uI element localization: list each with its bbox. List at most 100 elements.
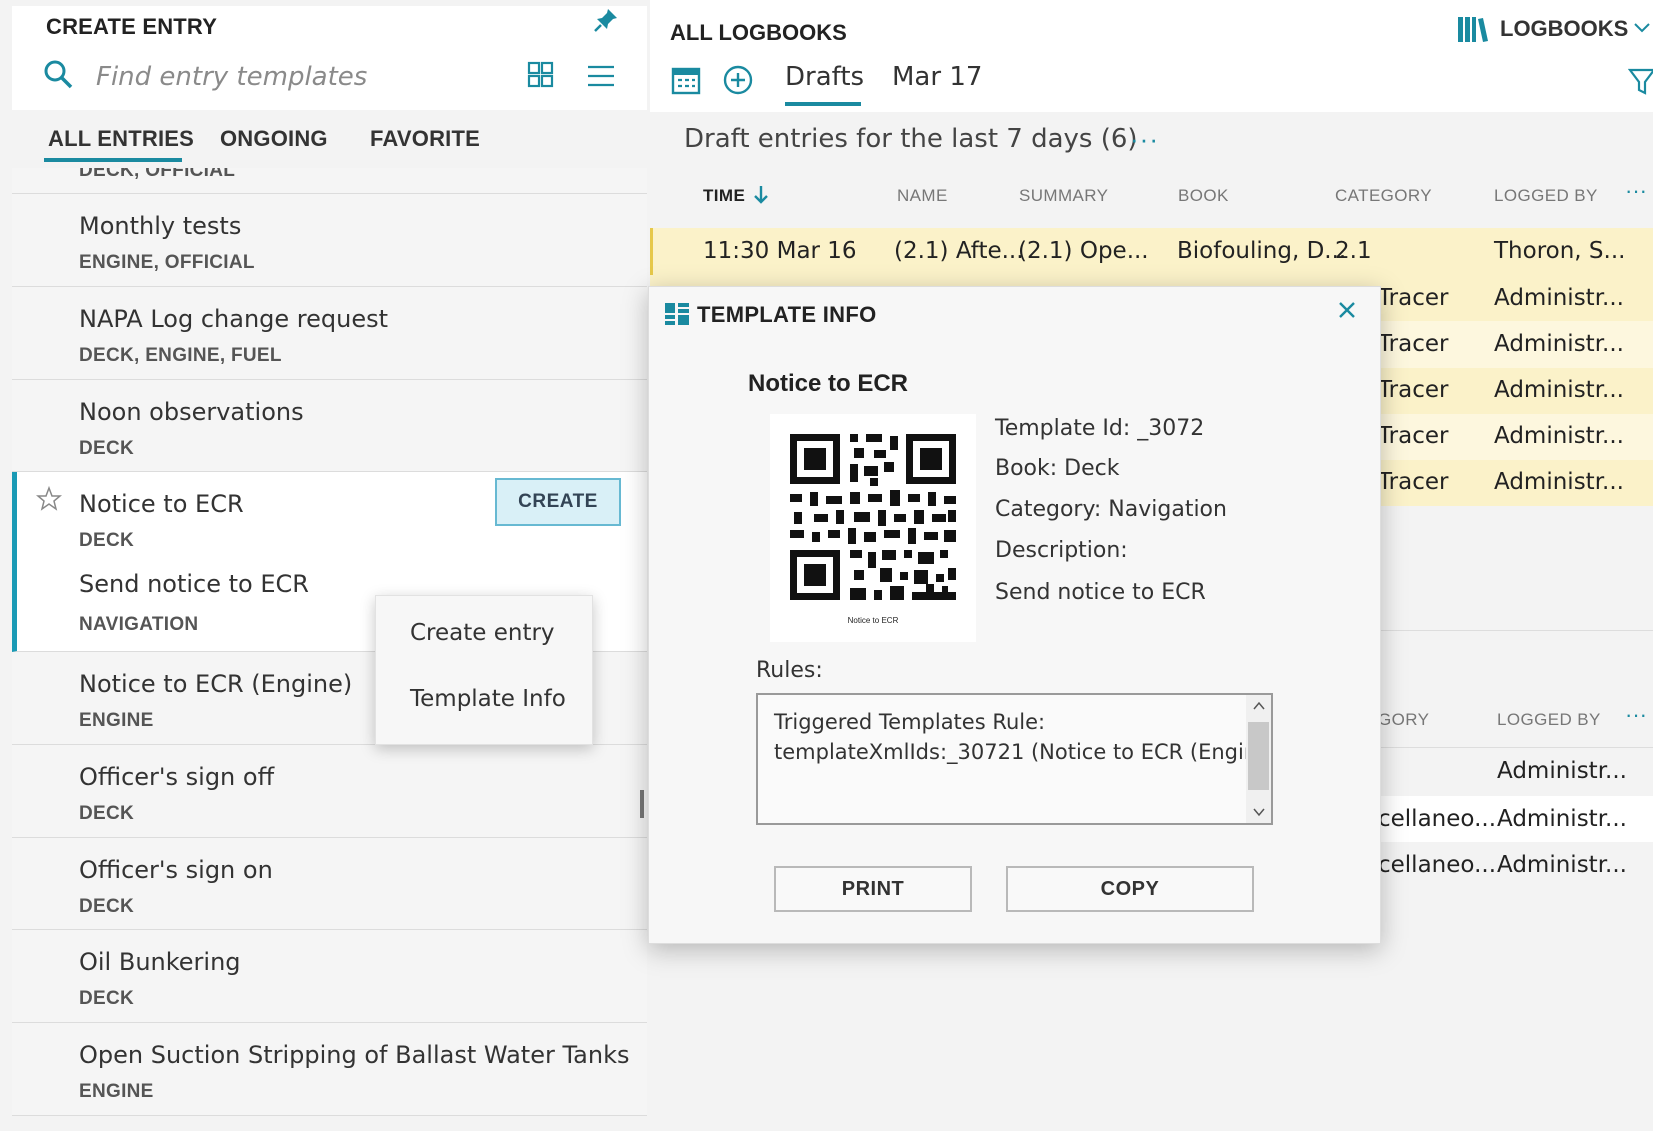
cell-category: 2.1 (1335, 238, 1372, 264)
cell-logged-by: Administr... (1494, 377, 1624, 403)
template-info-icon (665, 303, 689, 325)
item-category: DECK (79, 988, 135, 1009)
list-item[interactable]: Officer's sign on DECK (12, 838, 647, 930)
cell-logged-by: Administr... (1497, 806, 1627, 832)
item-name: Monthly tests (79, 212, 242, 240)
dialog-title: TEMPLATE INFO (697, 302, 877, 327)
filter-icon[interactable] (1628, 66, 1653, 96)
pin-icon[interactable] (592, 6, 620, 34)
add-icon[interactable] (722, 64, 754, 96)
column-header-category[interactable]: GORY (1378, 710, 1429, 730)
search-input[interactable] (94, 56, 506, 98)
template-category: Category: Navigation (995, 497, 1227, 522)
menu-item-template-info[interactable]: Template Info (410, 686, 566, 712)
star-icon[interactable] (36, 486, 62, 512)
rules-textbox[interactable]: Triggered Templates Rule: templateXmlIds… (756, 693, 1273, 825)
column-header-logged-by[interactable]: LOGGED BY (1497, 710, 1601, 730)
item-name: Noon observations (79, 398, 304, 426)
item-category: DECK, ENGINE, FUEL (79, 345, 282, 366)
copy-button[interactable]: COPY (1006, 866, 1254, 912)
cell-logged-by: Administr... (1494, 469, 1624, 495)
tab-drafts[interactable]: Drafts (785, 62, 864, 92)
column-header-book[interactable]: BOOK (1178, 186, 1229, 206)
tab-favorite[interactable]: FAVORITE (370, 126, 480, 152)
item-category: DECK, OFFICIAL (79, 168, 236, 181)
tab-date[interactable]: Mar 17 (892, 62, 982, 92)
more-options-icon[interactable]: ··· (1130, 124, 1159, 155)
qr-caption: Notice to ECR (847, 616, 899, 625)
rules-line: templateXmlIds:_30721 (Notice to ECR (En… (774, 740, 1273, 764)
item-sub-category: NAVIGATION (79, 614, 199, 635)
active-tab-indicator (785, 102, 861, 106)
tab-ongoing[interactable]: ONGOING (220, 126, 328, 152)
item-category: DECK (79, 803, 135, 824)
item-category: DECK (79, 438, 135, 459)
item-name: Officer's sign on (79, 856, 273, 884)
menu-item-create-entry[interactable]: Create entry (410, 620, 555, 646)
cell-category: cellaneo... (1378, 852, 1496, 878)
item-name: NAPA Log change request (79, 305, 389, 333)
books-icon (1458, 17, 1488, 42)
print-button[interactable]: PRINT (774, 866, 972, 912)
left-tabs: ALL ENTRIES ONGOING FAVORITE (12, 112, 647, 168)
list-item[interactable]: Open Suction Stripping of Ballast Water … (12, 1023, 647, 1116)
drafts-heading: Draft entries for the last 7 days (6) (684, 124, 1138, 154)
list-item[interactable]: DECK, OFFICIAL (12, 168, 647, 194)
cell-logged-by: Administr... (1494, 423, 1624, 449)
list-item[interactable]: Oil Bunkering DECK (12, 930, 647, 1023)
list-item[interactable]: Noon observations DECK (12, 380, 647, 472)
template-book: Book: Deck (995, 456, 1120, 481)
column-options-icon[interactable]: ··· (1625, 702, 1647, 728)
qr-code-image (790, 434, 956, 600)
context-menu: Create entry Template Info (375, 595, 593, 745)
description-label: Description: (995, 538, 1128, 563)
tab-all-entries[interactable]: ALL ENTRIES (48, 126, 194, 152)
list-item[interactable]: NAPA Log change request DECK, ENGINE, FU… (12, 287, 647, 380)
list-item[interactable]: Officer's sign off DECK (12, 745, 647, 838)
cell-book: Biofouling, D... (1177, 238, 1347, 264)
sort-down-arrow-icon (754, 186, 768, 204)
search-icon (44, 60, 73, 89)
cell-name: (2.1) Afte... (894, 238, 1024, 264)
item-name: Officer's sign off (79, 763, 275, 791)
logbooks-dropdown[interactable]: LOGBOOKS (1500, 16, 1628, 42)
column-header-category[interactable]: CATEGORY (1335, 186, 1432, 206)
item-category: ENGINE, OFFICIAL (79, 252, 255, 273)
chevron-up-icon[interactable] (1251, 699, 1267, 713)
active-tab-indicator (44, 158, 182, 162)
column-header-summary[interactable]: SUMMARY (1019, 186, 1108, 206)
column-header-logged-by[interactable]: LOGGED BY (1494, 186, 1598, 206)
cell-logged-by: Administr... (1494, 285, 1624, 311)
item-name: Notice to ECR (Engine) (79, 670, 353, 698)
item-category: ENGINE (79, 710, 154, 731)
cell-category: Tracer (1378, 331, 1449, 357)
create-button[interactable]: CREATE (495, 478, 621, 526)
cell-category: Tracer (1378, 469, 1449, 495)
scrollbar-thumb[interactable] (1248, 722, 1269, 790)
list-item[interactable]: Monthly tests ENGINE, OFFICIAL (12, 194, 647, 287)
splitter-handle[interactable] (640, 790, 644, 818)
column-header-name[interactable]: NAME (897, 186, 948, 206)
grid-view-icon[interactable] (526, 60, 556, 90)
template-name: Notice to ECR (748, 370, 909, 397)
cell-category: Tracer (1378, 423, 1449, 449)
close-icon[interactable] (1335, 298, 1359, 322)
item-name: Open Suction Stripping of Ballast Water … (79, 1041, 630, 1069)
cell-logged-by: Administr... (1497, 758, 1627, 784)
chevron-down-icon[interactable] (1251, 805, 1267, 819)
item-name: Oil Bunkering (79, 948, 241, 976)
list-view-icon[interactable] (586, 64, 616, 88)
column-options-icon[interactable]: ··· (1625, 178, 1647, 204)
chevron-down-icon[interactable] (1632, 18, 1652, 38)
template-id: Template Id: _3072 (995, 416, 1205, 441)
cell-logged-by: Administr... (1494, 331, 1624, 357)
template-description: Send notice to ECR (995, 580, 1206, 605)
item-name: Notice to ECR (79, 490, 244, 518)
rules-line: Triggered Templates Rule: (774, 710, 1046, 734)
cell-logged-by: Thoron, S... (1494, 238, 1626, 264)
calendar-icon[interactable] (670, 64, 702, 96)
item-category: DECK (79, 896, 135, 917)
column-header-time[interactable]: TIME (703, 186, 745, 206)
logbooks-title: ALL LOGBOOKS (670, 20, 847, 45)
cell-category: Tracer (1378, 377, 1449, 403)
